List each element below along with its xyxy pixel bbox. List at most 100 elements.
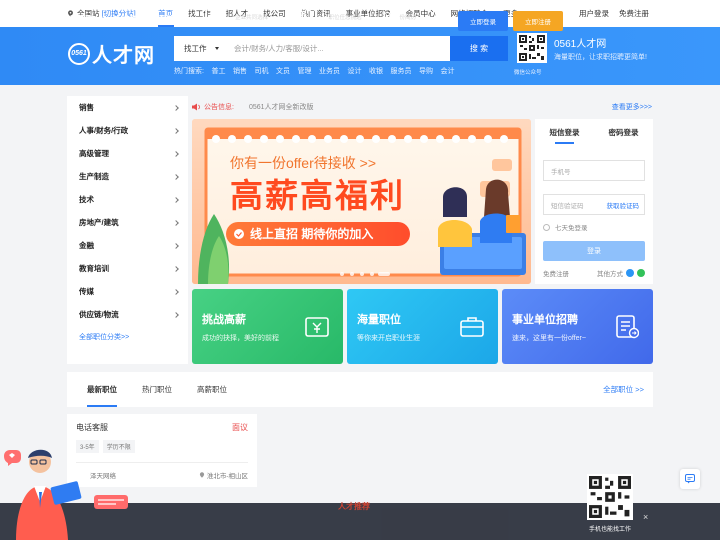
- search-type-select[interactable]: 找工作: [174, 43, 224, 54]
- search-button[interactable]: 搜 索: [450, 36, 508, 61]
- category-item[interactable]: 房地产/建筑: [67, 211, 188, 234]
- bottom-register-button[interactable]: 立即注册: [513, 11, 563, 31]
- notice-text[interactable]: 0561人才网全新改版: [249, 102, 314, 112]
- notice-label-wrap: 公告信息:: [192, 102, 234, 112]
- login-panel: 短信登录 密码登录 手机号 短信验证码 获取验证码 七天免登录 登录 免费注册 …: [535, 119, 653, 284]
- checkbox-icon: [543, 223, 550, 231]
- category-item[interactable]: 教育培训: [67, 257, 188, 280]
- category-label: 人事/财务/行政: [79, 126, 129, 135]
- category-item[interactable]: 供应链/物流: [67, 303, 188, 326]
- category-item[interactable]: 销售: [67, 96, 188, 119]
- category-label: 传媒: [79, 287, 94, 296]
- free-register-link[interactable]: 免费注册: [543, 268, 597, 278]
- category-item[interactable]: 传媒: [67, 280, 188, 303]
- banner-line3: 线上直招 期待你的加入: [250, 227, 374, 241]
- category-label: 教育培训: [79, 264, 109, 273]
- phone-field[interactable]: 手机号: [543, 160, 645, 181]
- qr-code-icon: [519, 35, 545, 61]
- user-login-link[interactable]: 用户登录: [579, 8, 609, 19]
- banner-line2: 高薪高福利: [230, 177, 405, 214]
- stat-number: 1001: [287, 6, 321, 23]
- chat-float-button[interactable]: [680, 469, 700, 489]
- wallet-icon: [305, 317, 329, 337]
- notice-more-link[interactable]: 查看更多>>>: [612, 102, 652, 112]
- chevron-right-icon: [173, 288, 179, 295]
- site-name: 0561人才网: [554, 39, 607, 50]
- stat-companies: 106 + 企业共同选择: [202, 4, 268, 23]
- hot-word[interactable]: 文员: [276, 66, 290, 76]
- job-salary: 面议: [232, 423, 248, 432]
- category-item[interactable]: 生产制造: [67, 165, 188, 188]
- chevron-right-icon: [173, 150, 179, 157]
- hot-word[interactable]: 服务员: [390, 66, 411, 76]
- hot-word[interactable]: 收银: [369, 66, 383, 76]
- promo-banner[interactable]: 你有一份offer待接收 >> 高薪高福利 线上直招 期待你的加入: [192, 119, 531, 284]
- mobile-qr-caption: 手机也能找工作: [589, 527, 632, 533]
- notice-bar: 公告信息: 0561人才网全新改版 查看更多>>>: [192, 100, 652, 114]
- category-label: 生产制造: [79, 172, 109, 181]
- site-slogan: 海量职位，让求职招聘更简单!: [554, 54, 647, 61]
- category-label: 供应链/物流: [79, 310, 119, 319]
- tab-high-salary-jobs[interactable]: 高薪职位: [197, 372, 227, 407]
- search-input[interactable]: [224, 36, 450, 61]
- category-item[interactable]: 金融: [67, 234, 188, 257]
- job-category-menu: 销售 人事/财务/行政 高级管理 生产制造 技术 房地产/建筑 金融 教育培训 …: [67, 96, 188, 364]
- hot-searches: 热门搜索: 普工 销售 司机 文员 管理 业务员 设计 收银 服务员 导购 会计: [174, 66, 462, 76]
- plus-icon: +: [393, 4, 398, 11]
- hot-word[interactable]: 会计: [440, 66, 454, 76]
- qq-icon[interactable]: [626, 269, 634, 277]
- tab-sms-login[interactable]: 短信登录: [535, 119, 594, 145]
- hot-word[interactable]: 普工: [211, 66, 225, 76]
- all-categories-link[interactable]: 全部职位分类>>: [67, 332, 188, 342]
- stat-label: 职位任您挑选: [328, 15, 362, 21]
- category-label: 技术: [79, 195, 94, 204]
- mobile-qr-code: [587, 474, 633, 520]
- category-item[interactable]: 高级管理: [67, 142, 188, 165]
- hot-word[interactable]: 销售: [233, 66, 247, 76]
- chevron-right-icon: [173, 265, 179, 272]
- chevron-right-icon: [173, 311, 179, 318]
- hot-word[interactable]: 导购: [419, 66, 433, 76]
- feature-card-high-salary[interactable]: 挑战高薪 成功的抉择，美好的前程: [192, 289, 343, 364]
- close-icon[interactable]: ×: [643, 512, 648, 522]
- category-item[interactable]: 人事/财务/行政: [67, 119, 188, 142]
- briefcase-icon: [460, 317, 484, 337]
- location-pin-icon: [199, 472, 205, 478]
- bottom-login-button[interactable]: 立即登录: [458, 11, 508, 31]
- login-button[interactable]: 登录: [543, 241, 645, 261]
- tab-hot-jobs[interactable]: 热门职位: [142, 372, 172, 407]
- site-logo[interactable]: 0561 人才网: [68, 39, 155, 68]
- wechat-icon[interactable]: [637, 269, 645, 277]
- other-methods-label: 其他方式: [597, 271, 623, 278]
- qr-caption: 微信公众号: [514, 70, 542, 76]
- chevron-right-icon: [173, 104, 179, 111]
- logo-badge: 0561: [68, 42, 90, 65]
- notice-label: 公告信息:: [204, 104, 234, 111]
- category-label: 高级管理: [79, 149, 109, 158]
- other-login-row: 免费注册 其他方式: [543, 268, 645, 278]
- category-item[interactable]: 技术: [67, 188, 188, 211]
- category-label: 房地产/建筑: [79, 218, 119, 227]
- feature-card-mass-jobs[interactable]: 海量职位 等你来开启职业生涯: [347, 289, 498, 364]
- free-register-link[interactable]: 免费注册: [619, 8, 649, 19]
- megaphone-icon: [192, 103, 200, 111]
- hot-word[interactable]: 业务员: [319, 66, 340, 76]
- hot-word[interactable]: 管理: [297, 66, 311, 76]
- wechat-qr-code: [517, 33, 547, 63]
- category-label: 销售: [79, 103, 94, 112]
- hot-word[interactable]: 司机: [254, 66, 268, 76]
- hot-word[interactable]: 设计: [347, 66, 361, 76]
- all-jobs-link[interactable]: 全部职位 >>: [603, 384, 644, 395]
- stat-label: 份简历: [399, 15, 416, 21]
- chevron-right-icon: [173, 173, 179, 180]
- tab-password-login[interactable]: 密码登录: [594, 119, 653, 145]
- sms-code-field[interactable]: 短信验证码 获取验证码: [543, 194, 645, 215]
- tab-latest-jobs[interactable]: 最新职位: [87, 372, 117, 407]
- get-code-button[interactable]: 获取验证码: [607, 200, 640, 210]
- chat-bubble-icon: [685, 474, 695, 484]
- site-header: 0561 人才网 找工作 搜 索 热门搜索: 普工 销售 司机 文员 管理 业务…: [0, 27, 720, 85]
- feature-card-public-institution[interactable]: 事业单位招聘 速来，这里有一份offer~: [502, 289, 653, 364]
- search-bar: 找工作 搜 索: [174, 36, 508, 61]
- job-tabs: 最新职位 热门职位 高薪职位 全部职位 >>: [67, 372, 653, 407]
- remember-me-checkbox[interactable]: 七天免登录: [543, 222, 645, 232]
